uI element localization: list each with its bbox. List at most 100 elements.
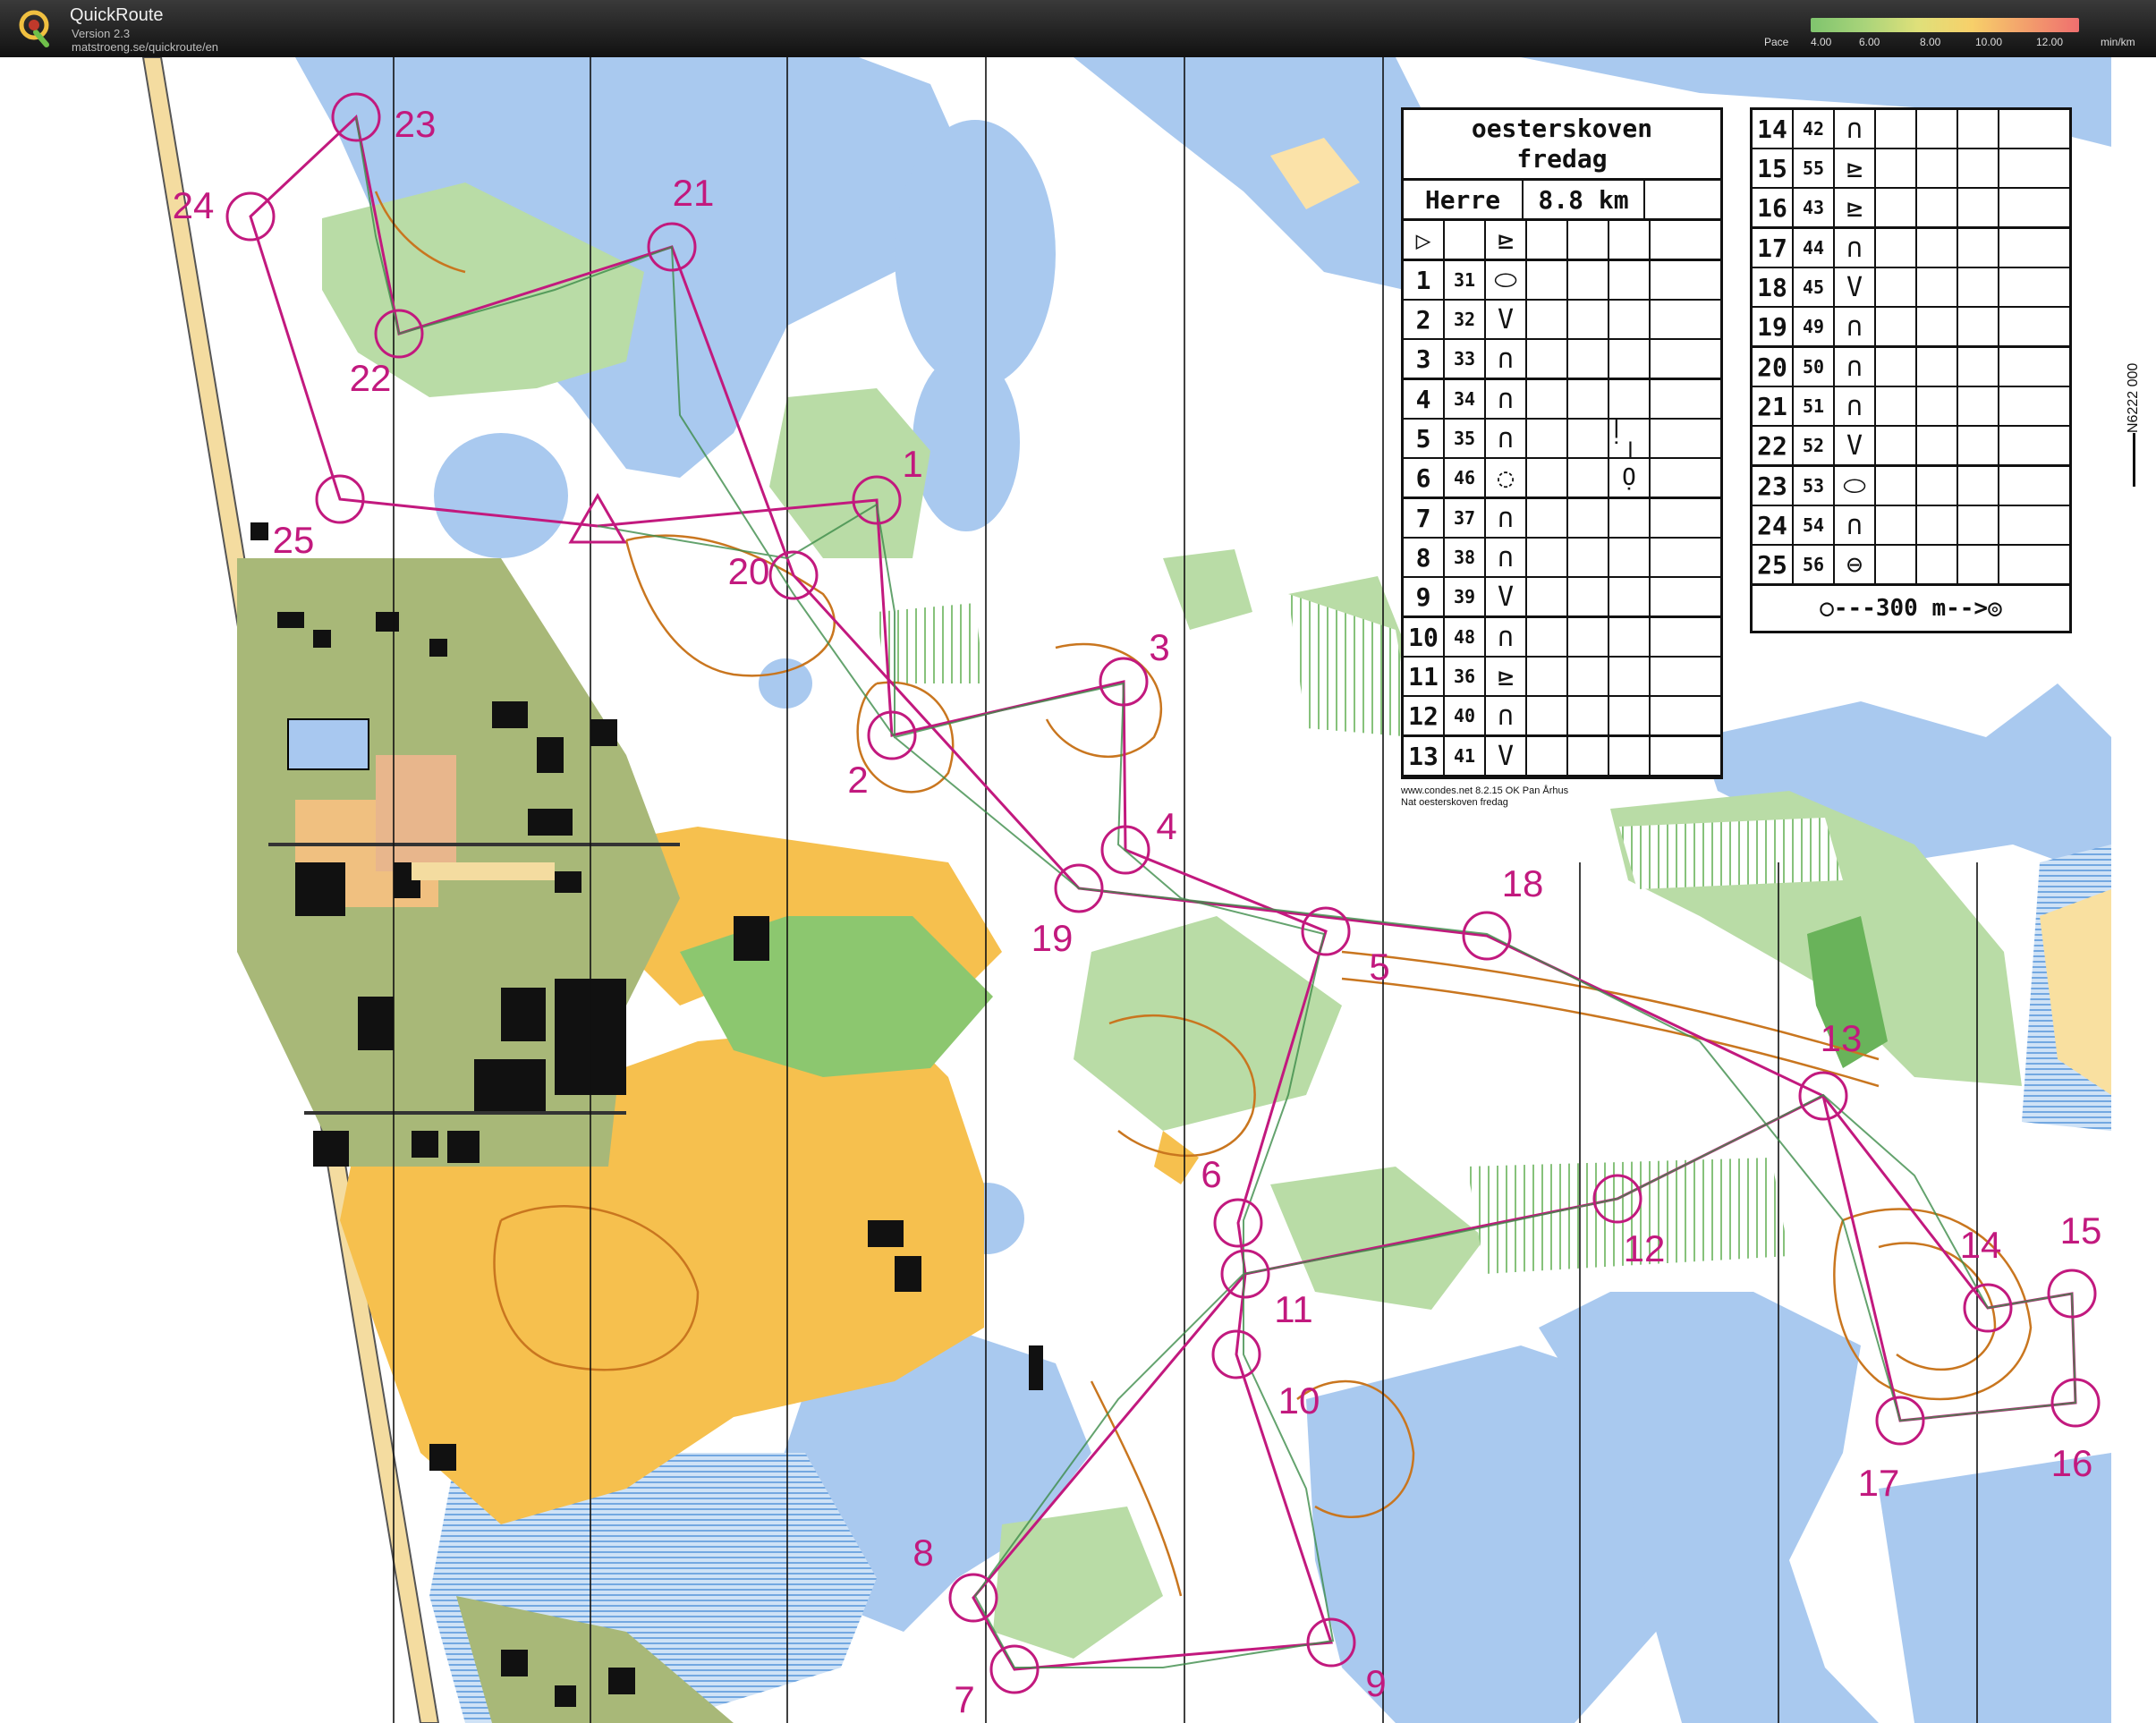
control-number-label: 1 <box>902 443 922 485</box>
detail-symbol <box>1609 380 1651 418</box>
control-number-label: 23 <box>395 103 437 145</box>
empty-cell <box>1568 221 1609 259</box>
empty-cell <box>1999 110 2069 148</box>
empty-cell <box>1999 546 2069 583</box>
detail-symbol <box>1609 737 1651 775</box>
control-description-row: 15 55 ⊵ <box>1753 149 2069 189</box>
control-description-row: 19 49 ∩ <box>1753 308 2069 348</box>
control-code: 56 <box>1794 546 1835 583</box>
feature-symbol: ∩ <box>1486 697 1527 734</box>
event-title: oesterskoven fredag <box>1404 110 1720 181</box>
empty-cell <box>1568 420 1609 457</box>
control-seq-number: 9 <box>1404 578 1445 615</box>
empty-cell <box>1651 301 1720 338</box>
feature-symbol: ⊵ <box>1486 221 1527 259</box>
empty-cell <box>1651 221 1720 259</box>
control-description-row: 21 51 ∩ <box>1753 387 2069 427</box>
empty-cell <box>1527 697 1568 734</box>
quickroute-logo-icon <box>19 10 49 47</box>
app-title: QuickRoute <box>70 5 164 25</box>
empty-cell <box>1958 467 1999 505</box>
feature-symbol: ⬭ <box>1486 261 1527 299</box>
control-code: 46 <box>1445 459 1486 497</box>
control-code: 38 <box>1445 539 1486 576</box>
control-seq-number: 10 <box>1404 618 1445 656</box>
control-rows-left: 1 31 ⬭ 2 32 V 3 33 ∩ 4 34 ∩ 5 35 ∩ |˙| 6 46 ◌ Ọ 7 37 ∩ 8 38 ∩ 9 39 V… <box>1404 261 1720 777</box>
control-number-label: 22 <box>350 357 392 399</box>
empty-cell <box>1527 380 1568 418</box>
control-number-label: 17 <box>1858 1462 1900 1504</box>
control-seq-number: 25 <box>1753 546 1794 583</box>
empty-cell <box>1527 459 1568 497</box>
control-number-label: 24 <box>173 184 215 226</box>
control-seq-number: 16 <box>1753 189 1794 226</box>
control-code: 39 <box>1445 578 1486 615</box>
empty-cell <box>1651 539 1720 576</box>
start-row: ▷ ⊵ <box>1404 221 1720 261</box>
feature-symbol: ∩ <box>1835 308 1876 345</box>
grid-tick <box>2133 433 2135 487</box>
control-number-label: 11 <box>1274 1288 1313 1330</box>
control-seq-number: 7 <box>1404 499 1445 537</box>
app-version: Version 2.3 <box>72 27 131 40</box>
empty-cell <box>1876 308 1917 345</box>
control-code: 48 <box>1445 618 1486 656</box>
feature-symbol: V <box>1486 578 1527 615</box>
control-description-row: 11 36 ⊵ <box>1404 658 1720 697</box>
empty-cell <box>1568 499 1609 537</box>
empty-cell <box>1651 380 1720 418</box>
control-code: 53 <box>1794 467 1835 505</box>
empty-cell <box>1651 578 1720 615</box>
empty-cell <box>1527 221 1568 259</box>
empty-cell <box>1876 229 1917 267</box>
control-number-label: 19 <box>1031 917 1074 959</box>
control-seq-number: 17 <box>1753 229 1794 267</box>
feature-symbol: V <box>1486 737 1527 775</box>
control-description-row: 24 54 ∩ <box>1753 506 2069 546</box>
map-viewport[interactable]: 1 2 3 4 5 6 7 8 9 10 11 12 13 14 15 16 17 18 19 20 21 22 23 24 2… <box>0 57 2156 1723</box>
map-footer: www.condes.net 8.2.15 OK Pan Århus Nat o… <box>1401 785 1568 809</box>
control-seq-number: 21 <box>1753 387 1794 425</box>
control-seq-number: 1 <box>1404 261 1445 299</box>
control-description-sheet-right: 14 42 ∩ 15 55 ⊵ 16 43 ⊵ 17 44 ∩ 18 45 V 19 49 ∩ 20 50 ∩ 21 51 ∩… <box>1750 107 2072 633</box>
empty-cell <box>1999 149 2069 187</box>
detail-symbol <box>1609 340 1651 378</box>
empty-cell <box>1568 301 1609 338</box>
control-code: 36 <box>1445 658 1486 695</box>
feature-symbol: ∩ <box>1486 340 1527 378</box>
feature-symbol: ◌ <box>1486 459 1527 497</box>
empty-cell <box>1651 261 1720 299</box>
control-code: 37 <box>1445 499 1486 537</box>
feature-symbol: ∩ <box>1835 387 1876 425</box>
empty-cell <box>1999 308 2069 345</box>
empty-cell <box>1917 506 1958 544</box>
app-url[interactable]: matstroeng.se/quickroute/en <box>72 40 218 54</box>
empty-cell <box>1876 189 1917 226</box>
control-number-label: 8 <box>912 1532 933 1574</box>
detail-symbol <box>1609 578 1651 615</box>
feature-symbol: ⊵ <box>1486 658 1527 695</box>
pace-unit: min/km <box>2101 36 2135 48</box>
control-code: 41 <box>1445 737 1486 775</box>
pace-label: Pace <box>1764 36 1789 48</box>
control-seq-number: 20 <box>1753 348 1794 386</box>
control-description-row: 16 43 ⊵ <box>1753 189 2069 229</box>
feature-symbol: V <box>1835 268 1876 306</box>
empty-cell <box>1917 546 1958 583</box>
control-code: 40 <box>1445 697 1486 734</box>
control-description-row: 3 33 ∩ <box>1404 340 1720 380</box>
empty-cell <box>1958 110 1999 148</box>
empty-cell <box>1645 181 1720 218</box>
control-description-row: 4 34 ∩ <box>1404 380 1720 420</box>
empty-cell <box>1527 261 1568 299</box>
empty-cell <box>1527 578 1568 615</box>
control-seq-number: 22 <box>1753 427 1794 464</box>
title-bar: QuickRoute Version 2.3 matstroeng.se/qui… <box>0 0 2156 57</box>
empty-cell <box>1999 268 2069 306</box>
empty-cell <box>1651 697 1720 734</box>
empty-cell <box>1917 348 1958 386</box>
feature-symbol: ∩ <box>1486 380 1527 418</box>
empty-cell <box>1568 380 1609 418</box>
control-number-label: 12 <box>1624 1227 1666 1269</box>
event-title-line2: fredag <box>1516 144 1608 174</box>
